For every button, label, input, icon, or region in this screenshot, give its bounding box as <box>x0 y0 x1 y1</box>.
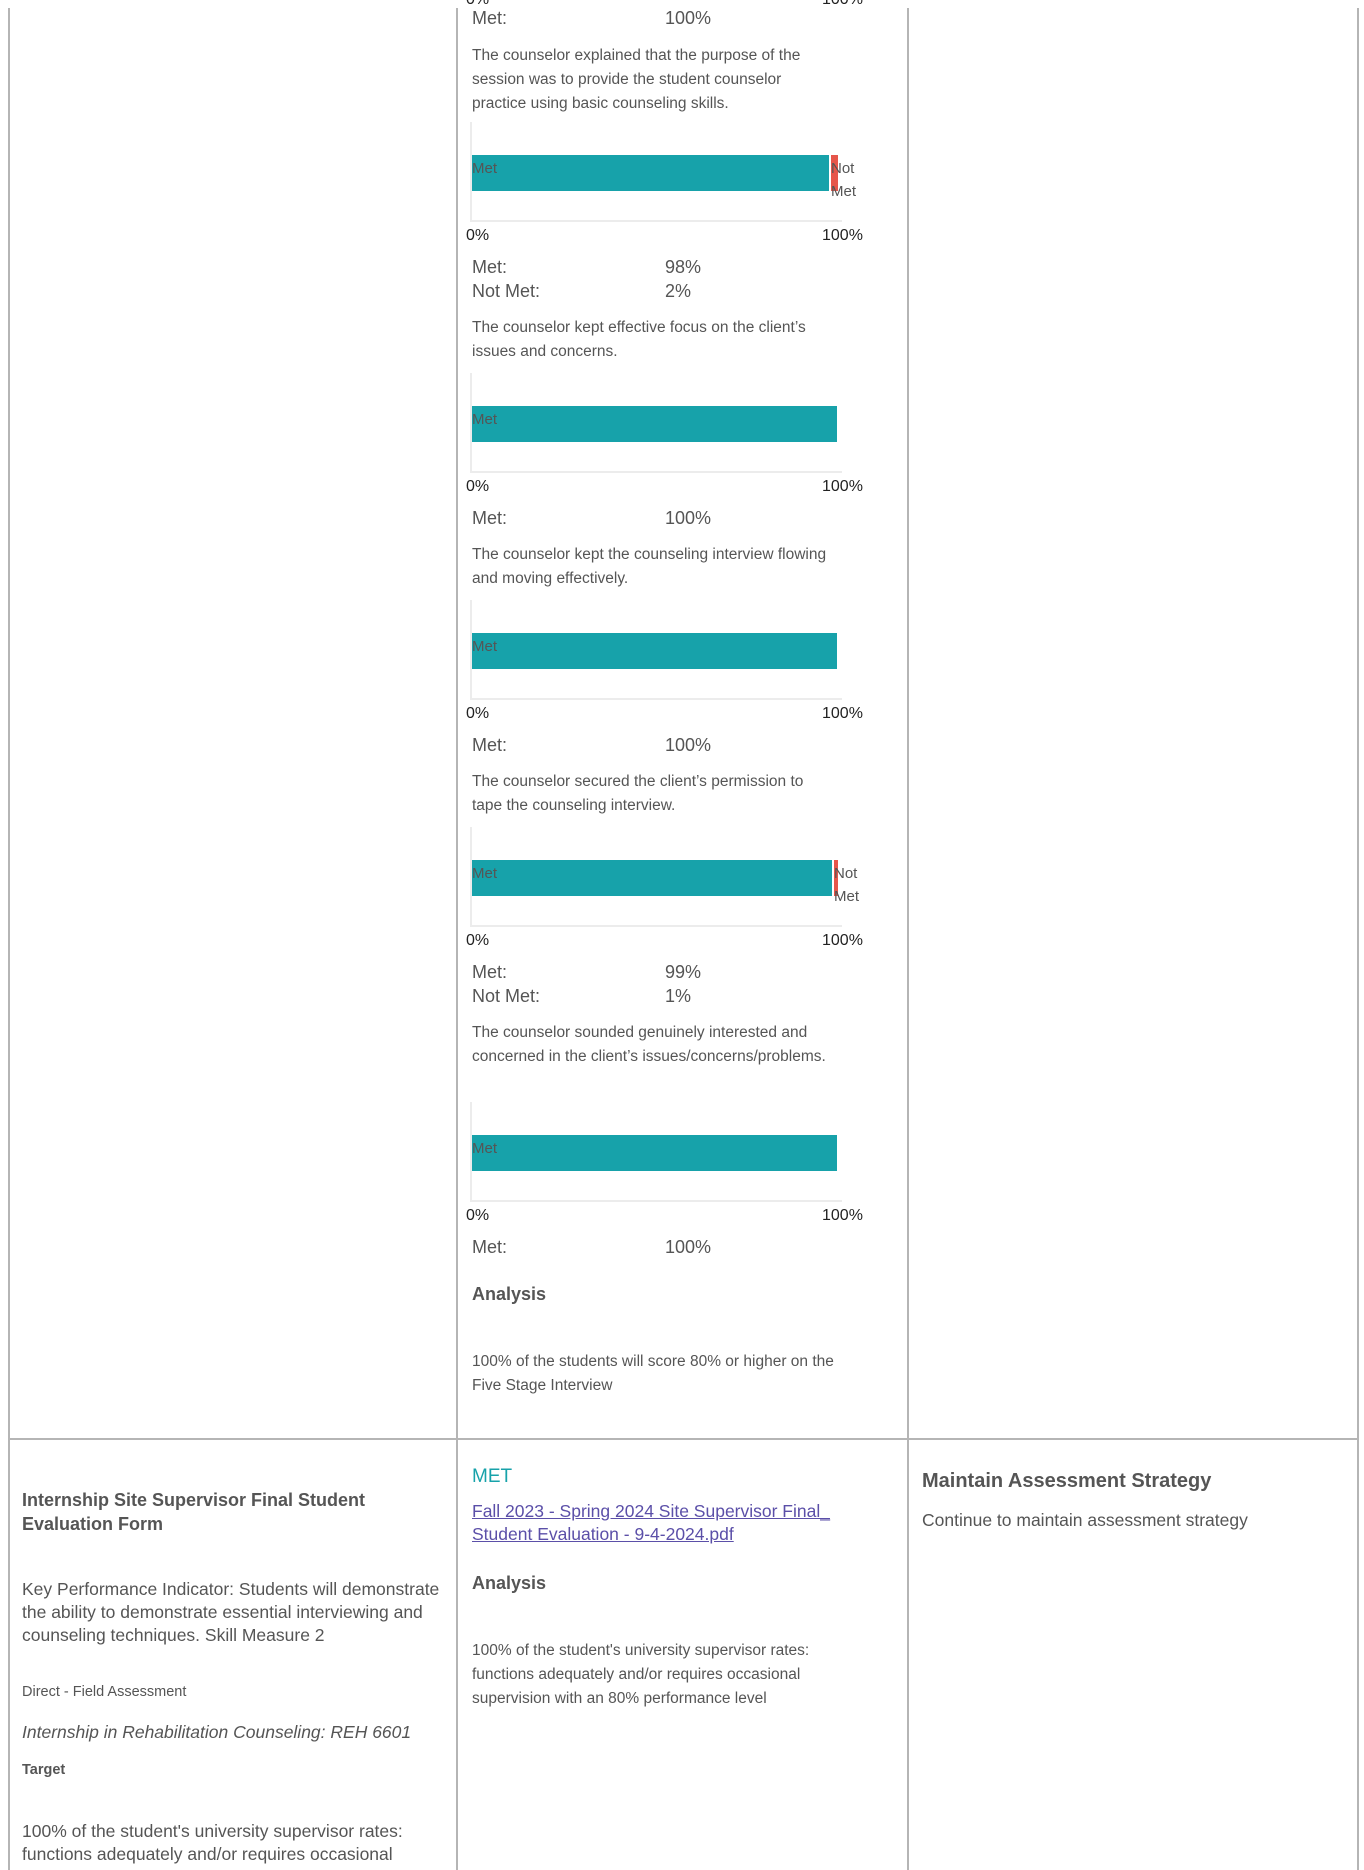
chart-baseline <box>470 925 842 927</box>
met-label: Met: <box>472 962 508 982</box>
not-met-label: Not Met: <box>472 281 541 301</box>
question-bar-chart: Met <box>470 373 860 473</box>
analysis-text: 100% of the students will score 80% or h… <box>472 1353 834 1394</box>
question-text: The counselor kept effective focus on th… <box>472 319 806 360</box>
chart-baseline <box>470 698 842 700</box>
chart-baseline <box>470 220 842 222</box>
action-text: Continue to maintain assessment strategy <box>922 1510 1248 1530</box>
bar-met <box>472 633 837 669</box>
met-label: Met: <box>472 735 508 755</box>
bar-met <box>472 860 832 896</box>
analysis-heading: Analysis <box>472 1284 547 1304</box>
bar-met-label: Met <box>472 1140 498 1157</box>
met-value: 100% <box>665 735 712 755</box>
bar-met-label: Met <box>472 865 498 882</box>
axis-label-left: 0% <box>466 1207 490 1224</box>
question-bar-chart: Met <box>470 600 860 700</box>
chart-baseline <box>470 471 842 473</box>
bar-met-label: Met <box>472 160 498 177</box>
axis-label-right: 100% <box>822 1207 863 1224</box>
question-text: The counselor explained that the purpose… <box>472 47 801 112</box>
bar-not-met-label: Not Met <box>831 160 857 200</box>
bar-not-met-label: Not Met <box>834 865 860 905</box>
assessment-method: Direct - Field Assessment <box>22 1684 187 1700</box>
met-value: 100% <box>665 508 712 528</box>
not-met-label: Not Met: <box>472 986 541 1006</box>
action-heading: Maintain Assessment Strategy <box>922 1470 1212 1492</box>
measure-title: Internship Site Supervisor Final Student… <box>22 1490 366 1534</box>
question-text: The counselor secured the client’s permi… <box>472 773 804 814</box>
question-bar-chart: Met <box>470 1102 860 1202</box>
question-text: The counselor sounded genuinely interest… <box>472 1024 826 1065</box>
table-border-right <box>1357 8 1359 1870</box>
question-bar-chart: Met Not Met <box>470 827 860 927</box>
evidence-file-link[interactable]: Fall 2023 - Spring 2024 Site Supervisor … <box>472 1500 862 1546</box>
not-met-value: 1% <box>665 986 692 1006</box>
row2-analysis-heading: Analysis <box>472 1573 547 1593</box>
table-divider-1 <box>456 8 458 1870</box>
question-text: The counselor kept the counseling interv… <box>472 546 827 587</box>
target-text: 100% of the student's university supervi… <box>22 1821 403 1864</box>
top-met-value: 100% <box>665 8 712 28</box>
axis-label-left: 0% <box>466 932 490 949</box>
axis-label-right: 100% <box>822 478 863 495</box>
kpi-text: Key Performance Indicator: Students will… <box>22 1579 440 1645</box>
met-label: Met: <box>472 1237 508 1257</box>
row-divider <box>8 1438 1359 1440</box>
met-value: 100% <box>665 1237 712 1257</box>
status-met: MET <box>472 1466 513 1487</box>
target-heading: Target <box>22 1762 66 1778</box>
bar-met <box>472 406 837 442</box>
axis-label-right: 100% <box>822 932 863 949</box>
top-axis-right: 100% <box>822 0 863 9</box>
met-label: Met: <box>472 508 508 528</box>
met-label: Met: <box>472 257 508 277</box>
met-value: 98% <box>665 257 702 277</box>
table-border-left <box>8 8 10 1870</box>
not-met-value: 2% <box>665 281 692 301</box>
axis-label-right: 100% <box>822 705 863 722</box>
top-met-label: Met: <box>472 8 508 28</box>
bar-met <box>472 1135 837 1171</box>
bar-met-label: Met <box>472 638 498 655</box>
met-value: 99% <box>665 962 702 982</box>
course-name: Internship in Rehabilitation Counseling:… <box>22 1722 412 1742</box>
axis-label-left: 0% <box>466 705 490 722</box>
row2-analysis-text: 100% of the student's university supervi… <box>472 1642 810 1707</box>
question-bar-chart: Met Not Met <box>470 122 860 222</box>
table-divider-2 <box>907 8 909 1870</box>
axis-label-left: 0% <box>466 227 490 244</box>
axis-label-left: 0% <box>466 478 490 495</box>
bar-met-label: Met <box>472 411 498 428</box>
bar-met <box>472 155 829 191</box>
axis-label-right: 100% <box>822 227 863 244</box>
chart-baseline <box>470 1200 842 1202</box>
